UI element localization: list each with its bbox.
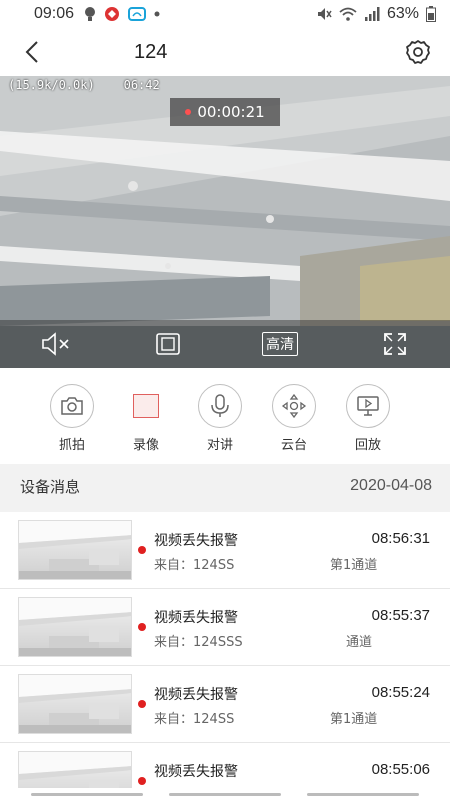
wifi-icon xyxy=(339,7,357,21)
alarm-thumbnail xyxy=(18,520,132,580)
record-icon xyxy=(124,384,168,428)
record-button[interactable]: 录像 xyxy=(109,368,183,464)
list-item[interactable]: 视频丢失报警 08:55:24 来自：124SS 第1通道 xyxy=(0,666,450,743)
playback-button[interactable]: 回放 xyxy=(331,368,405,464)
messages-list: 视频丢失报警 08:56:31 来自：124SS 第1通道 视频丢失报警 08:… xyxy=(0,512,450,800)
recording-dot-icon xyxy=(185,109,192,115)
alarm-title: 视频丢失报警 xyxy=(154,610,238,626)
battery-percent: 63% xyxy=(386,5,419,22)
alarm-title: 视频丢失报警 xyxy=(154,764,238,780)
signal-icon xyxy=(364,7,380,21)
messages-title: 设备消息 xyxy=(20,477,81,496)
mute-button[interactable] xyxy=(38,320,74,368)
alarm-thumbnail xyxy=(18,674,132,734)
alarm-source: 来自：124SS xyxy=(154,712,235,727)
action-toolbar: 抓拍 录像 对讲 云台 回放 xyxy=(0,368,450,464)
unread-dot-icon xyxy=(138,623,146,631)
messages-date-picker[interactable]: 2020-04-08 xyxy=(350,477,432,495)
mute-icon xyxy=(317,8,332,20)
alarm-channel: 通道 xyxy=(346,635,373,650)
playback-label: 回放 xyxy=(354,438,381,453)
ptz-icon xyxy=(281,393,307,419)
ptz-button[interactable]: 云台 xyxy=(257,368,331,464)
snapshot-button[interactable]: 抓拍 xyxy=(35,368,109,464)
alarm-thumbnail xyxy=(18,597,132,657)
list-item[interactable]: 视频丢失报警 08:55:37 来自：124SSS 通道 xyxy=(0,589,450,666)
bitrate-label: (15.9k/0.0k) 06:42 xyxy=(8,78,160,92)
bulb-icon xyxy=(85,7,96,21)
camera-icon xyxy=(61,397,83,415)
playback-icon xyxy=(357,396,379,416)
alarm-time: 08:55:37 xyxy=(371,607,430,624)
alarm-title: 视频丢失报警 xyxy=(154,687,238,703)
status-time: 09:06 xyxy=(34,5,75,22)
video-control-bar: 高清 xyxy=(0,320,450,368)
fullscreen-button[interactable] xyxy=(380,320,410,368)
nav-bar: 124 xyxy=(0,28,450,76)
intercom-label: 对讲 xyxy=(206,438,233,453)
battery-icon xyxy=(426,6,436,22)
microphone-icon xyxy=(211,394,229,417)
alarm-time: 08:55:24 xyxy=(371,684,430,701)
live-video[interactable]: (15.9k/0.0k) 06:42 00:00:21 高清 xyxy=(0,76,450,368)
cloud-app-icon xyxy=(128,7,147,21)
alarm-title: 视频丢失报警 xyxy=(154,533,238,549)
ptz-label: 云台 xyxy=(280,438,307,453)
settings-button[interactable] xyxy=(404,38,432,66)
alarm-channel: 第1通道 xyxy=(330,558,378,573)
record-label: 录像 xyxy=(132,438,159,453)
speaker-mute-icon xyxy=(42,332,69,356)
fit-screen-button[interactable] xyxy=(152,320,184,368)
quality-label: 高清 xyxy=(262,332,298,356)
chevron-left-icon xyxy=(25,41,38,63)
alarm-source: 来自：124SS xyxy=(154,558,235,573)
alarm-time: 08:55:06 xyxy=(371,761,430,778)
list-item[interactable]: 视频丢失报警 08:56:31 来自：124SS 第1通道 xyxy=(0,512,450,589)
fullscreen-icon xyxy=(384,333,406,355)
gear-icon xyxy=(406,40,430,64)
unread-dot-icon xyxy=(138,777,146,785)
alarm-time: 08:56:31 xyxy=(371,530,430,547)
intercom-button[interactable]: 对讲 xyxy=(183,368,257,464)
back-button[interactable] xyxy=(0,28,64,76)
status-bar: 09:06 63% xyxy=(0,0,450,28)
app-badge-icon xyxy=(105,7,120,21)
unread-dot-icon xyxy=(138,546,146,554)
snapshot-label: 抓拍 xyxy=(58,438,85,453)
aspect-ratio-icon xyxy=(156,333,180,355)
unread-dot-icon xyxy=(138,700,146,708)
dot-icon xyxy=(154,11,160,17)
alarm-channel: 第1通道 xyxy=(330,712,378,727)
page-title: 124 xyxy=(134,40,168,63)
messages-header: 设备消息 2020-04-08 xyxy=(0,464,450,508)
gesture-bar xyxy=(0,788,450,800)
alarm-source: 来自：124SSS xyxy=(154,635,243,650)
quality-toggle-button[interactable]: 高清 xyxy=(258,320,302,368)
recording-timer: 00:00:21 xyxy=(170,98,280,126)
